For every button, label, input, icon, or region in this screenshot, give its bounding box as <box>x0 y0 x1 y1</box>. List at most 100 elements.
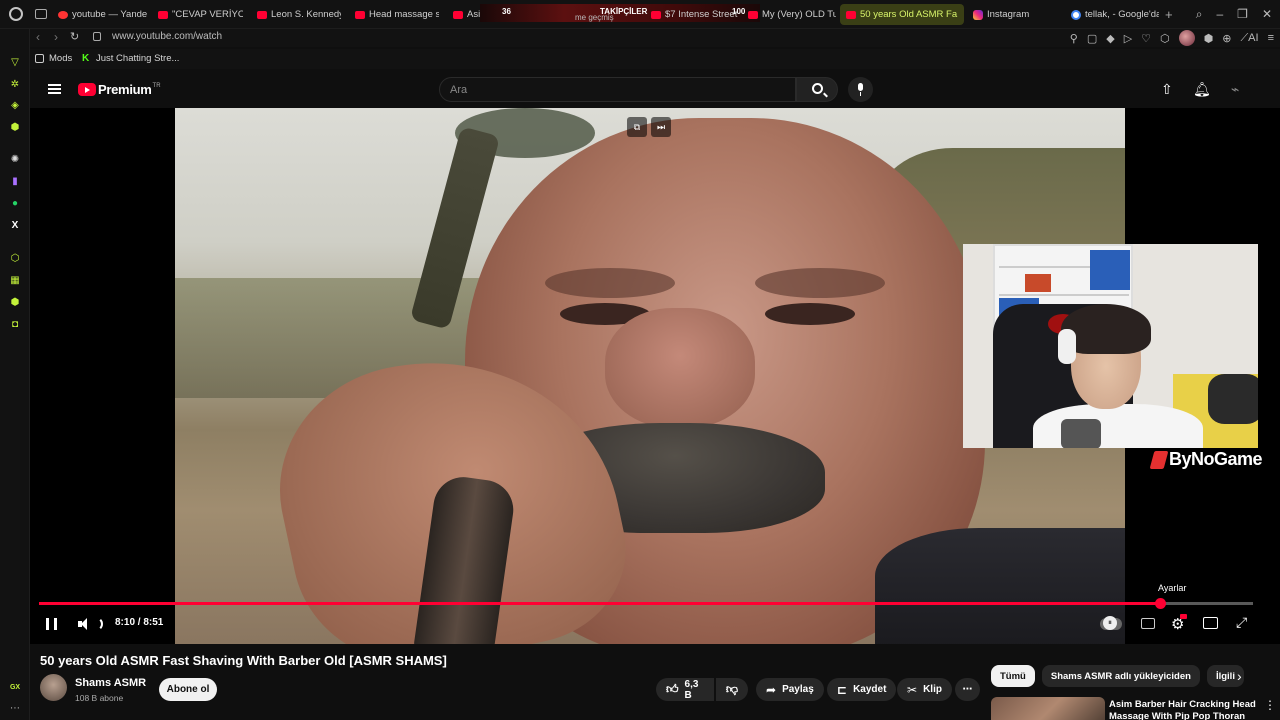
more-icon[interactable]: ⋯ <box>9 702 21 714</box>
gx-cube-icon[interactable]: ⬢ <box>9 296 21 308</box>
tab-head-massage[interactable]: Head massage se <box>355 4 439 25</box>
chevron-right-icon[interactable]: › <box>1237 668 1242 684</box>
gx-cleaner-icon[interactable]: ⬢ <box>9 121 21 133</box>
gx-sidebar: ▽ ✲ ◈ ⬢ ✺ ▮ ● X ⬡ ▦ ⬢ ◘ GX ⋯ <box>0 29 30 720</box>
video-player[interactable]: ⧉ ⏭ ByNoGame Ayarlar 8:10 / 8:51 ⏸ ⚙ ⤢ <box>30 108 1280 687</box>
snapshot-icon[interactable]: ▢ <box>1087 32 1097 45</box>
clip-button[interactable]: ✂ Klip <box>897 678 952 701</box>
lock-icon <box>93 32 101 41</box>
heart-icon[interactable]: ♡ <box>1141 32 1151 45</box>
gx-corner-icon[interactable]: ▽ <box>9 56 21 68</box>
close-icon[interactable]: ✕ <box>1262 7 1272 21</box>
progress-bar[interactable] <box>39 598 1253 609</box>
youtube-play-icon <box>78 83 96 96</box>
browser-tab-bar: youtube — Yande "CEVAP VERİYOR Leon S. K… <box>0 0 1280 29</box>
x-icon[interactable]: X <box>9 219 21 231</box>
ai-icon[interactable]: ⟋AI <box>1240 32 1258 45</box>
pause-button[interactable] <box>46 618 57 630</box>
tab-active-video[interactable]: 50 years Old ASMR Fa <box>840 4 964 25</box>
gx-settings-icon[interactable]: ◘ <box>9 318 21 330</box>
minimize-icon[interactable]: – <box>1216 7 1223 21</box>
dislike-button[interactable]: 👎︎ <box>716 678 748 701</box>
gx-grid-icon[interactable]: ▦ <box>9 274 21 286</box>
gx-mods-icon[interactable]: ⬡ <box>9 252 21 264</box>
shield-icon[interactable]: ◆ <box>1106 32 1114 45</box>
volume-icon[interactable] <box>78 618 94 630</box>
screen: youtube — Yande "CEVAP VERİYOR Leon S. K… <box>0 0 1280 720</box>
youtube-icon <box>355 10 365 19</box>
streamer-webcam <box>963 244 1258 448</box>
gx-hot-tabs-icon[interactable]: ◈ <box>9 99 21 111</box>
save-button[interactable]: ⊏ Kaydet <box>827 678 897 701</box>
account-avatar[interactable]: ⌁ <box>1231 81 1239 98</box>
scissors-icon: ✂ <box>907 682 918 697</box>
tab-old-tutorial[interactable]: My (Very) OLD Tu <box>748 4 836 25</box>
search-input[interactable] <box>440 78 795 101</box>
gx-control-icon[interactable]: ✲ <box>9 78 21 90</box>
tab-leon-kennedy[interactable]: Leon S. Kennedy <box>257 4 341 25</box>
subscribe-button[interactable]: Abone ol <box>159 678 217 701</box>
chatgpt-icon[interactable]: ✺ <box>9 153 21 165</box>
search-button[interactable] <box>796 77 838 102</box>
autoplay-toggle[interactable] <box>1100 616 1122 630</box>
subtitles-icon[interactable] <box>1141 618 1155 629</box>
tab-overview-icon[interactable] <box>35 9 47 19</box>
youtube-icon <box>651 10 661 19</box>
theater-mode-icon[interactable] <box>1203 617 1218 629</box>
yandex-icon <box>58 10 68 19</box>
recommendation-menu-icon[interactable]: ⋮ <box>1264 698 1276 712</box>
channel-avatar[interactable] <box>40 674 67 701</box>
voice-search-icon[interactable] <box>848 77 873 102</box>
back-icon[interactable]: ‹ <box>36 30 40 44</box>
bookmark-just-chatting[interactable]: K Just Chatting Stre... <box>82 53 179 64</box>
recommendation-thumbnail[interactable] <box>991 697 1105 720</box>
youtube-icon <box>846 10 856 19</box>
tab-cevap-veriyor[interactable]: "CEVAP VERİYOR <box>158 4 243 25</box>
whatsapp-icon[interactable]: ● <box>9 197 21 209</box>
thumbs-down-icon: 👎︎ <box>725 682 739 696</box>
recommendation-title[interactable]: Asim Barber Hair Cracking Head Massage W… <box>1109 699 1259 720</box>
twitch-icon[interactable]: ▮ <box>9 175 21 187</box>
instagram-icon <box>973 9 983 20</box>
tab-instagram[interactable]: Instagram <box>973 4 1063 25</box>
url-field[interactable]: www.youtube.com/watch <box>112 31 222 42</box>
search-box <box>439 77 796 102</box>
window-controls: ⌕ – ❐ ✕ <box>1196 7 1272 21</box>
fullscreen-icon[interactable]: ⤢ <box>1236 614 1247 631</box>
settings-gear-icon[interactable]: ⚙ <box>1171 614 1187 633</box>
vpn-icon[interactable]: ⊕ <box>1222 32 1231 45</box>
notifications-bell-icon[interactable]: 🔔︎ <box>1193 81 1211 98</box>
menu-icon[interactable]: ≡ <box>1268 32 1274 44</box>
tab-yandex[interactable]: youtube — Yande <box>58 4 153 25</box>
pin-icon[interactable]: ⚲ <box>1070 32 1078 45</box>
tab-intense-street[interactable]: $7 Intense Street <box>651 4 756 25</box>
share-button[interactable]: ➦ Paylaş <box>756 678 824 701</box>
opera-logo-icon[interactable] <box>9 7 23 21</box>
cube-icon[interactable]: ⬢ <box>1204 32 1214 45</box>
youtube-icon <box>748 10 758 19</box>
time-display: 8:10 / 8:51 <box>115 617 164 628</box>
bookmark-mods[interactable]: Mods <box>35 53 72 64</box>
tab-asim[interactable]: Asi <box>453 4 483 25</box>
kick-icon: K <box>82 53 90 64</box>
search-tabs-icon[interactable]: ⌕ <box>1196 7 1203 21</box>
maximize-icon[interactable]: ❐ <box>1237 7 1248 21</box>
tab-google-search[interactable]: tellak, - Google'da <box>1071 4 1159 25</box>
forward-icon[interactable]: › <box>54 30 58 44</box>
more-actions-button[interactable]: ⋯ <box>955 678 980 701</box>
reload-icon[interactable]: ↻ <box>70 30 79 43</box>
new-tab-button[interactable]: + <box>1165 4 1177 25</box>
upload-icon[interactable]: ⇧ <box>1161 81 1173 98</box>
hamburger-menu-icon[interactable] <box>48 84 61 94</box>
channel-name[interactable]: Shams ASMR <box>75 677 146 689</box>
miniplayer-icon[interactable]: ⧉ <box>627 117 647 137</box>
youtube-logo[interactable]: Premium TR <box>78 82 161 97</box>
profile-avatar[interactable] <box>1178 30 1195 46</box>
like-button[interactable]: 👍︎ 6,3 B <box>656 678 714 701</box>
chip-from-uploader[interactable]: Shams ASMR adlı yükleyiciden <box>1041 665 1200 687</box>
next-video-icon[interactable]: ⏭ <box>651 117 671 137</box>
extensions-icon[interactable]: ⬡ <box>1160 32 1170 45</box>
scrubber-handle[interactable] <box>1154 598 1166 609</box>
video-popout-icon[interactable]: ▷ <box>1124 32 1132 45</box>
chip-all[interactable]: Tümü <box>991 665 1035 687</box>
